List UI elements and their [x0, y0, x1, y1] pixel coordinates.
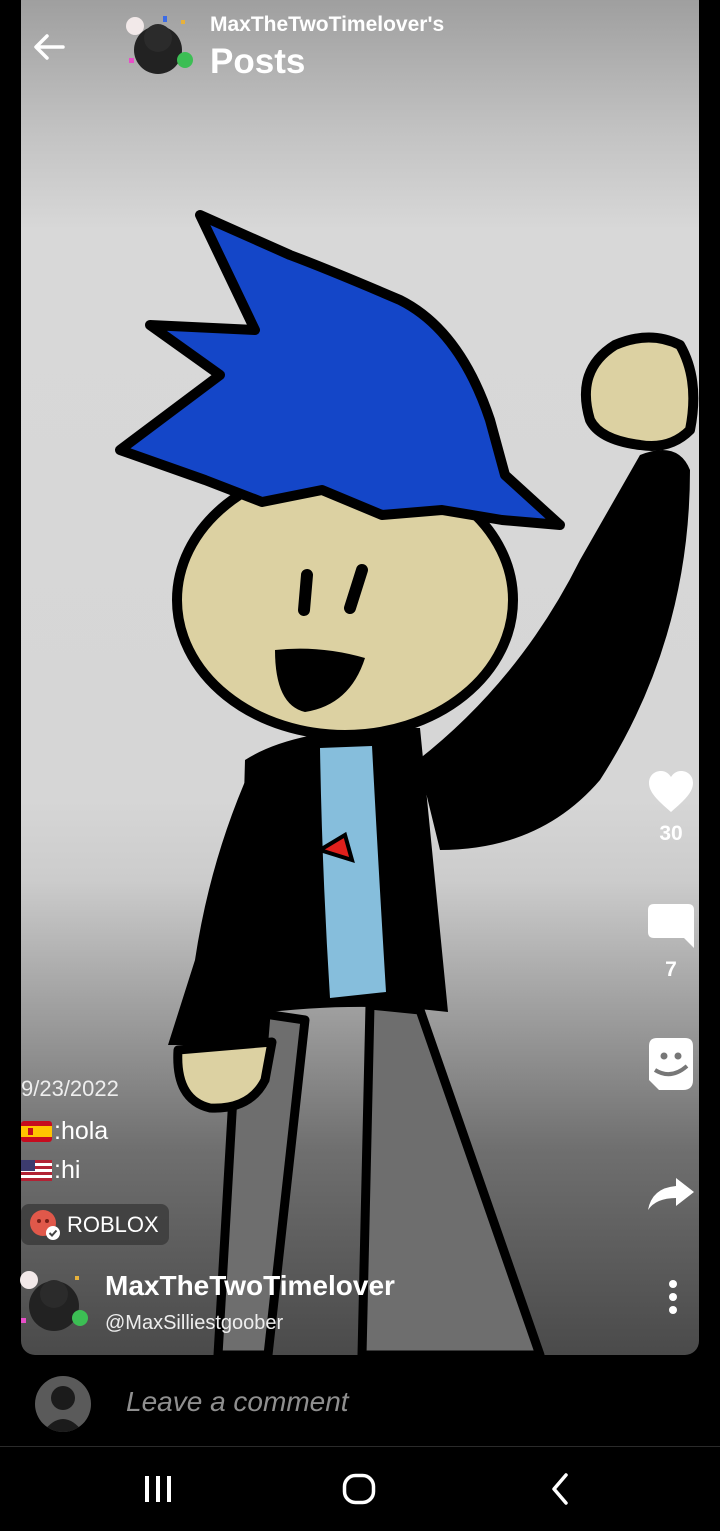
usa-flag-icon: [21, 1160, 52, 1181]
more-dot-icon: [669, 1306, 677, 1314]
roblox-community-icon: [30, 1209, 60, 1240]
community-tag-label: ROBLOX: [67, 1211, 159, 1237]
author-name[interactable]: MaxTheTwoTimelover: [105, 1270, 395, 1302]
comment-icon: [648, 904, 694, 948]
author-avatar-icon: [20, 1271, 88, 1331]
author-handle: @MaxSilliestgoober: [105, 1312, 284, 1334]
caption-text-hola: :hola: [54, 1117, 109, 1145]
top-bar: MaxTheTwoTimelover's Posts: [0, 0, 720, 100]
home-button[interactable]: [335, 1469, 383, 1509]
recent-apps-icon: [145, 1476, 171, 1502]
share-arrow-icon: [648, 1178, 694, 1210]
caption-line-spanish: :hola: [21, 1117, 108, 1146]
like-button[interactable]: 30: [644, 770, 698, 846]
more-dot-icon: [669, 1280, 677, 1288]
sticker-button[interactable]: [644, 1036, 698, 1092]
header-avatar[interactable]: [121, 12, 195, 84]
spain-flag-icon: [21, 1121, 52, 1142]
current-user-avatar[interactable]: [35, 1376, 91, 1432]
caption-text-hi: :hi: [54, 1156, 81, 1184]
post-date: 9/23/2022: [21, 1076, 119, 1101]
share-button[interactable]: [644, 1176, 698, 1212]
user-avatar-icon: [35, 1376, 91, 1432]
header-subtitle: MaxTheTwoTimelover's: [210, 13, 445, 36]
post-image[interactable]: [21, 0, 699, 1355]
home-icon: [342, 1473, 376, 1505]
author-avatar[interactable]: [17, 1266, 91, 1340]
sticker-icon: [649, 1038, 693, 1090]
comment-count: 7: [665, 958, 677, 981]
more-options-button[interactable]: [660, 1278, 686, 1316]
heart-icon: [649, 771, 693, 812]
avatar-image-icon: [126, 16, 193, 74]
back-button[interactable]: [28, 26, 70, 68]
more-dot-icon: [669, 1293, 677, 1301]
back-arrow-icon: [34, 34, 65, 60]
comment-button[interactable]: 7: [644, 902, 698, 982]
comment-bar: Leave a comment: [0, 1358, 720, 1447]
community-tag[interactable]: ROBLOX: [21, 1204, 169, 1245]
system-back-button[interactable]: [536, 1469, 584, 1509]
page-title: Posts: [210, 42, 306, 81]
system-nav-bar: [0, 1447, 720, 1531]
caption-line-english: :hi: [21, 1156, 80, 1185]
comment-input[interactable]: Leave a comment: [126, 1386, 349, 1418]
system-back-icon: [552, 1473, 568, 1505]
like-count: 30: [659, 822, 683, 845]
recent-apps-button[interactable]: [134, 1469, 182, 1509]
character-drawing: [115, 210, 699, 1355]
